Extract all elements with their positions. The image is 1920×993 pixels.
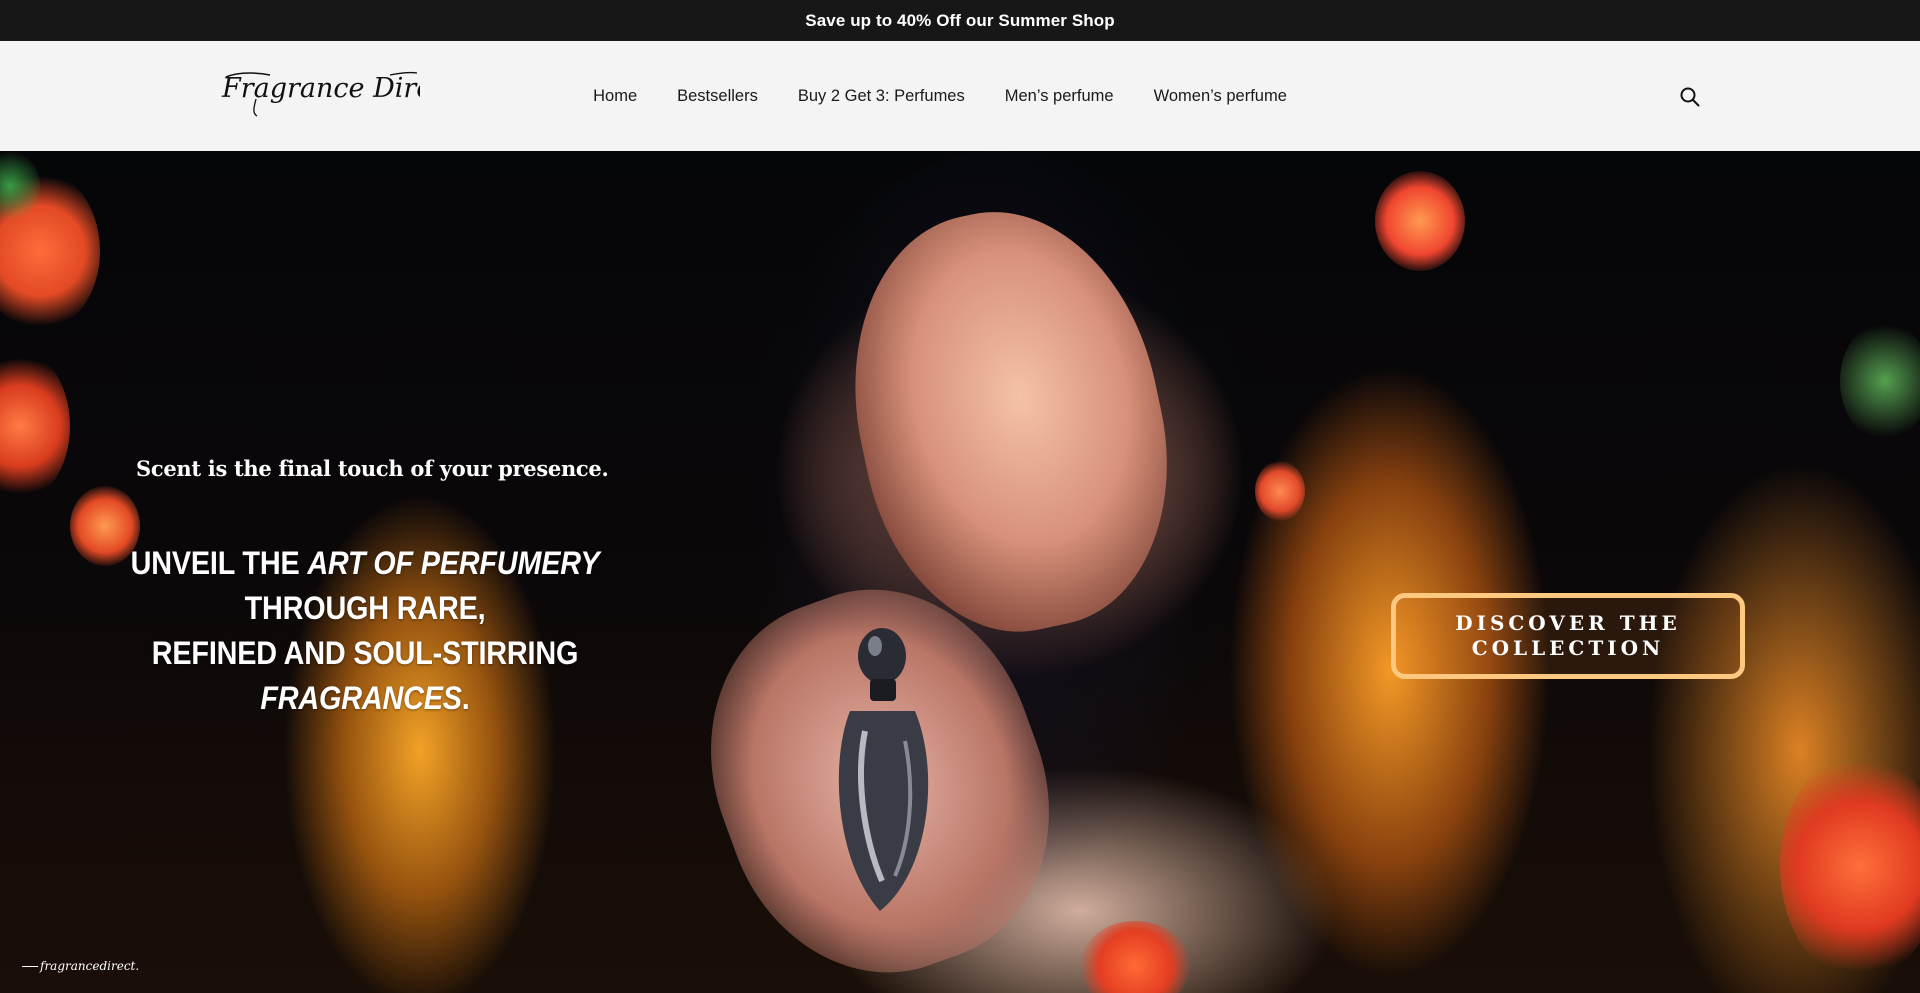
perfume-bottle-image [838,628,929,911]
nav-item-womens-perfume[interactable]: Women’s perfume [1154,87,1287,106]
nav-item-buy-2-get-3[interactable]: Buy 2 Get 3: Perfumes [798,87,965,106]
headline-line-1: UNVEIL THE ART OF PERFUMERY THROUGH RARE… [91,541,640,631]
brand-watermark: fragrancedirect. [22,959,139,973]
headline-text: REFINED AND SOUL-STIRRING [151,635,579,671]
hero-tagline: Scent is the final touch of your presenc… [136,456,609,481]
logo[interactable]: Fragrance Direct [220,61,420,121]
nav-item-bestsellers[interactable]: Bestsellers [677,87,758,106]
flower-decoration [1840,321,1920,441]
discover-collection-button[interactable]: DISCOVER THE COLLECTION [1391,593,1745,679]
headline-text: . [461,680,470,716]
flower-decoration [0,351,70,501]
announcement-bar: Save up to 40% Off our Summer Shop [0,0,1920,41]
nav-item-home[interactable]: Home [593,87,637,106]
search-icon [1680,87,1700,107]
cta-label-line-1: DISCOVER THE [1455,611,1681,635]
hero-headline: UNVEIL THE ART OF PERFUMERY THROUGH RARE… [91,541,640,721]
announcement-text: Save up to 40% Off our Summer Shop [805,10,1115,30]
headline-line-2: REFINED AND SOUL-STIRRING FRAGRANCES. [91,631,640,721]
petal-decoration [1255,461,1305,521]
logo-wordmark: Fragrance Direct [221,71,420,117]
watermark-text: fragrancedirect. [40,959,140,973]
hero-banner: Scent is the final touch of your presenc… [0,151,1920,993]
cta-label-line-2: COLLECTION [1471,636,1665,660]
petal-decoration [1080,921,1190,993]
tagline-row: Scent is the final touch of your presenc… [124,456,609,481]
headline-text: THROUGH RARE, [244,590,486,626]
petal-decoration [1375,171,1465,271]
headline-emphasis: FRAGRANCES [260,680,462,716]
logo-text: Fragrance Direct [221,73,420,104]
search-button[interactable] [1678,85,1702,109]
site-header: Fragrance Direct Home Bestsellers Buy 2 … [0,41,1920,151]
headline-text: UNVEIL THE [130,545,308,581]
watermark-line [22,965,38,967]
nav-item-mens-perfume[interactable]: Men’s perfume [1005,87,1114,106]
flower-decoration [1780,751,1920,981]
headline-emphasis: ART OF PERFUMERY [307,545,600,581]
